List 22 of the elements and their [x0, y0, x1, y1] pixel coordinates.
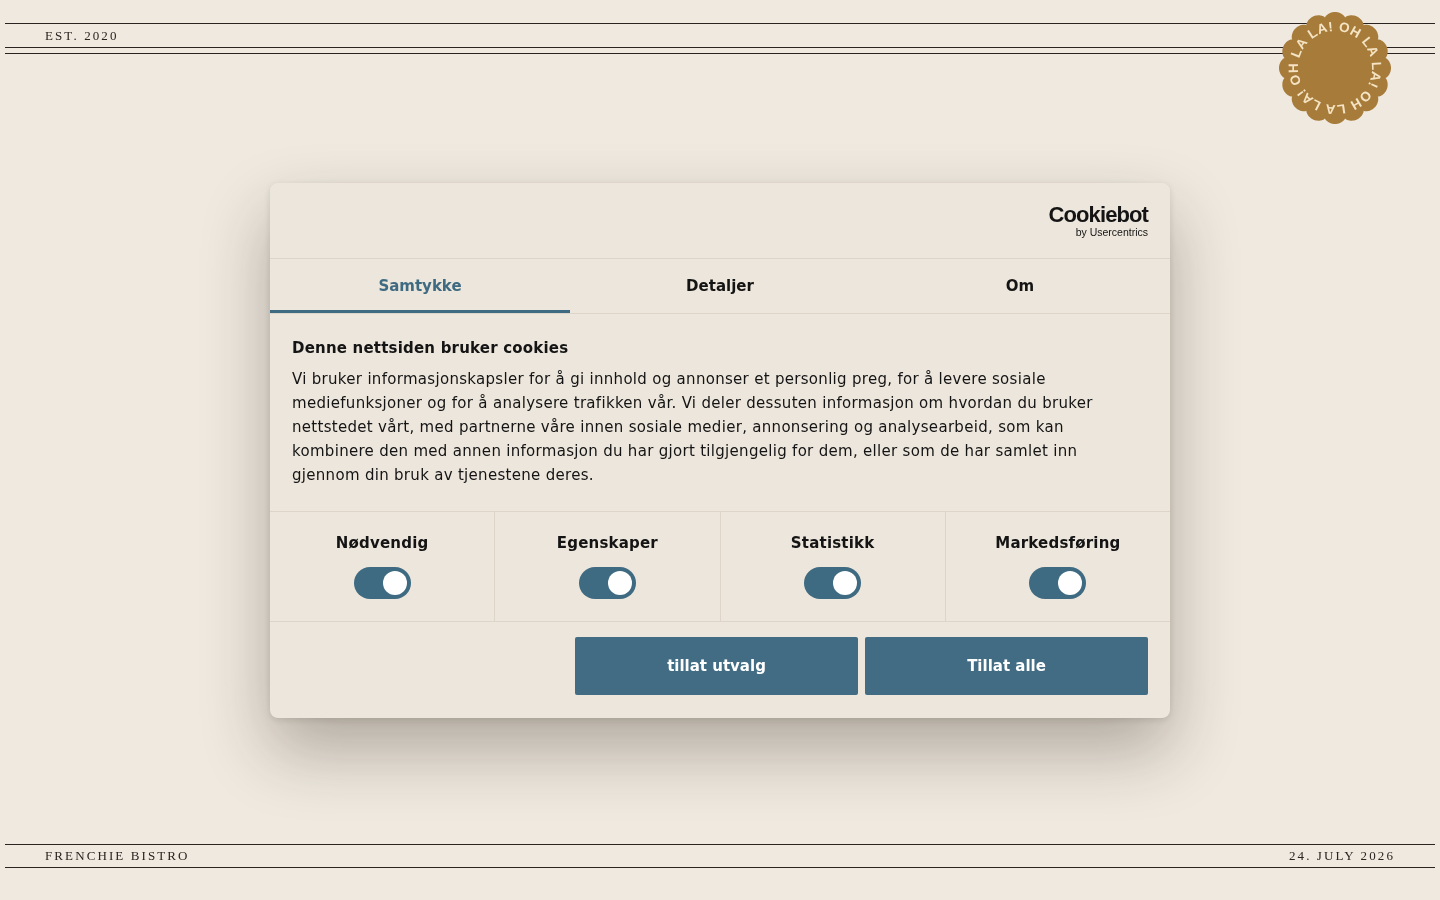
tab[interactable]: Detaljer	[570, 259, 870, 313]
toggle-switch[interactable]	[578, 567, 636, 599]
category-label: Nødvendig	[335, 533, 429, 554]
established-text: EST. 2020	[45, 27, 119, 44]
dialog-description: Vi bruker informasjonskapsler for å gi innhold og annonser et personlig preg, for å levere sosiale mediefunksjoner og for å analysere trafikken vår. Vi deler dessuten informasjon om hvordan du bruker nettstedet vårt, med partnerne våre innen sosiale medier, annonsering og analysearbeid, som kan kombinere den med annen informasjon du har gjort tilgjengelig for dem, eller som de har samlet inn gjennom din bruk av tjenestene deres.	[292, 369, 1094, 486]
seal-text: OH LA LA!	[1286, 19, 1334, 88]
allow-all-button[interactable]: Tillat alle	[865, 637, 1148, 695]
date-text: 24. JULY 2026	[1288, 848, 1395, 864]
seal-text: OH LA LA!	[1294, 86, 1375, 118]
toggle-switch[interactable]	[353, 567, 411, 599]
bistro-name-text: FRENCHIE BISTRO	[45, 848, 190, 864]
toggle-switch[interactable]	[1029, 567, 1087, 599]
dialog-title: Denne nettsiden bruker cookies	[292, 338, 570, 359]
category-label: Statistikk	[790, 533, 875, 554]
category-label: Egenskaper	[556, 533, 658, 554]
tab[interactable]: Om	[870, 259, 1170, 313]
tab[interactable]: Samtykke	[270, 259, 570, 313]
category-label: Markedsføring	[995, 533, 1121, 554]
allow-selection-button[interactable]: tillat utvalg	[575, 637, 858, 695]
toggle-switch[interactable]	[804, 567, 862, 599]
logo-byline: by Usercentrics	[1075, 226, 1148, 238]
logo-wordmark: Cookiebot	[1048, 203, 1148, 226]
